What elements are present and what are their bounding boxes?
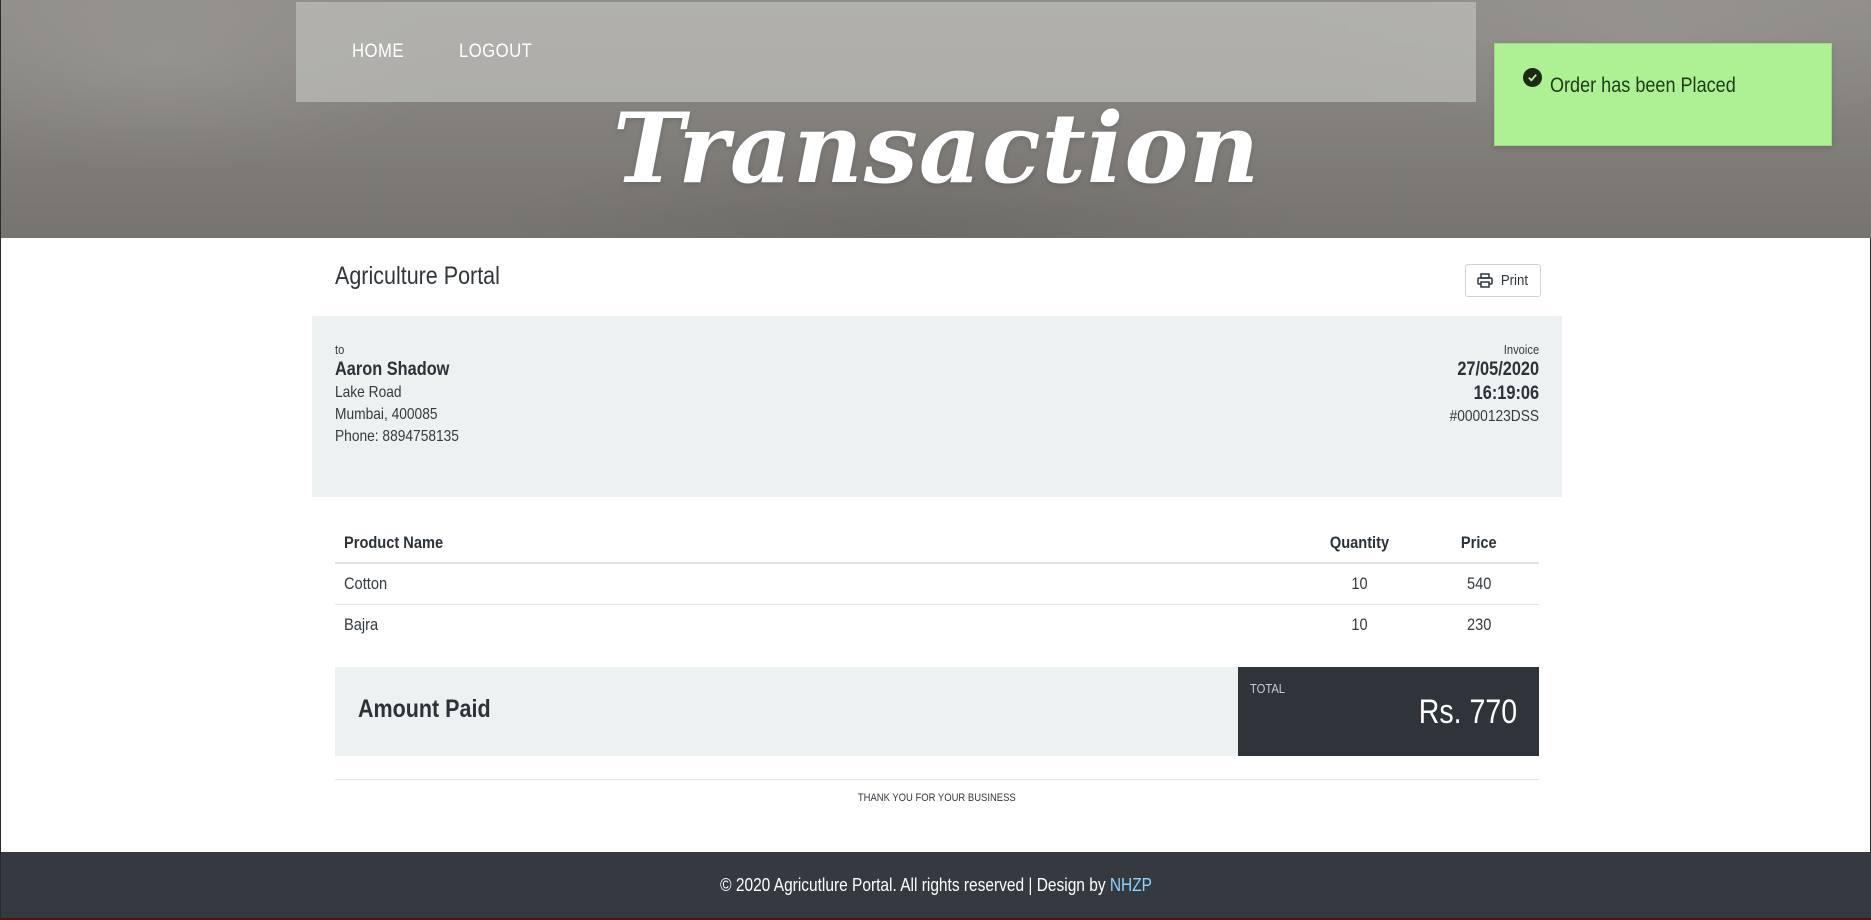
- to-caption: to: [335, 342, 345, 357]
- col-price: Price: [1419, 523, 1539, 564]
- items-table-wrap: Product Name Quantity Price Cotton 10 54…: [335, 523, 1539, 645]
- cell-price: 230: [1466, 614, 1492, 634]
- col-product-name: Product Name: [335, 523, 1299, 564]
- address-line-1: Lake Road: [335, 384, 402, 401]
- invoice-date: 27/05/2020: [1457, 359, 1539, 380]
- cell-product: Bajra: [344, 614, 379, 634]
- table-header-row: Product Name Quantity Price: [335, 523, 1539, 564]
- table-row: Bajra 10 230: [335, 604, 1539, 645]
- toast-message: Order has been Placed: [1550, 74, 1736, 97]
- printer-icon: [1476, 273, 1493, 288]
- table-row: Cotton 10 540: [335, 563, 1539, 605]
- cell-quantity: 10: [1350, 614, 1368, 634]
- amount-paid-panel: Amount Paid TOTAL Rs. 770: [335, 667, 1539, 756]
- col-quantity: Quantity: [1299, 523, 1419, 564]
- success-toast[interactable]: Order has been Placed: [1494, 43, 1832, 146]
- cell-product: Cotton: [335, 563, 1299, 605]
- invoice-number: #0000123DSS: [1449, 408, 1539, 425]
- cell-price: 540: [1419, 563, 1539, 605]
- brand-name: Agriculture Portal: [335, 262, 500, 290]
- billing-panel: to Aaron Shadow Lake Road Mumbai, 400085…: [312, 316, 1562, 497]
- invoice-time: 16:19:06: [1473, 383, 1539, 404]
- amount-paid-label: Amount Paid: [358, 695, 491, 723]
- print-button[interactable]: Print: [1465, 264, 1541, 297]
- total-value: Rs. 770: [1418, 693, 1517, 731]
- total-caption: TOTAL: [1250, 681, 1286, 696]
- copyright-text: © 2020 Agricutlure Portal. All rights re…: [720, 874, 1111, 895]
- nav-home-link[interactable]: HOME: [352, 41, 404, 63]
- address-line-2: Mumbai, 400085: [335, 406, 438, 423]
- thank-you-note: THANK YOU FOR YOUR BUSINESS: [335, 779, 1539, 804]
- invoice-header: Agriculture Portal Print: [312, 238, 1562, 316]
- invoice-meta: Invoice 27/05/2020 16:19:06 #0000123DSS: [1435, 342, 1539, 428]
- cell-quantity: 10: [1299, 563, 1419, 605]
- nav-logout-link[interactable]: LOGOUT: [459, 41, 532, 63]
- invoice-caption: Invoice: [1503, 342, 1539, 357]
- footer: © 2020 Agricutlure Portal. All rights re…: [1, 852, 1871, 920]
- customer-name: Aaron Shadow: [335, 359, 450, 380]
- designer-link[interactable]: NHZP: [1110, 875, 1152, 895]
- thank-you-text: THANK YOU FOR YOUR BUSINESS: [858, 792, 1016, 804]
- footer-text: © 2020 Agricutlure Portal. All rights re…: [721, 875, 1153, 896]
- print-label: Print: [1500, 272, 1528, 289]
- customer-phone: Phone: 8894758135: [335, 428, 459, 445]
- total-box: TOTAL Rs. 770: [1238, 667, 1539, 756]
- items-table: Product Name Quantity Price Cotton 10 54…: [335, 523, 1539, 645]
- bill-to: to Aaron Shadow Lake Road Mumbai, 400085…: [335, 342, 479, 448]
- top-nav: HOME LOGOUT: [296, 2, 1476, 102]
- check-circle-icon: [1523, 68, 1542, 87]
- invoice-card: Agriculture Portal Print to Aaron Shadow…: [312, 238, 1562, 804]
